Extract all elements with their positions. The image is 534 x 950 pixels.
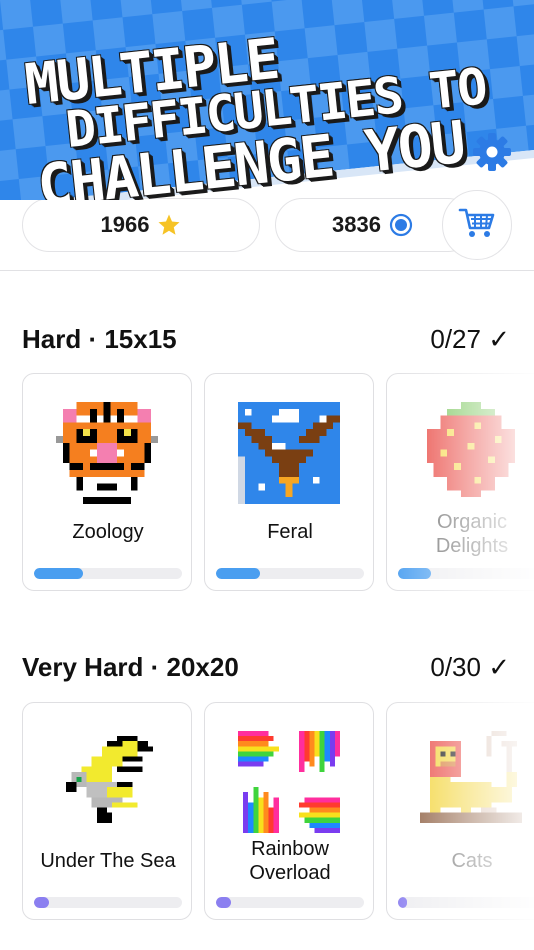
progress-fill xyxy=(216,897,231,908)
section-count-very-hard: 0/30 ✓ xyxy=(430,652,510,682)
progress-fill xyxy=(34,897,49,908)
header-divider xyxy=(0,270,534,271)
puzzle-card-title: Organic Delights xyxy=(435,511,509,557)
tiger-pixel-art xyxy=(56,402,158,504)
puzzle-card-title: Cats xyxy=(451,850,493,872)
star-icon xyxy=(157,213,181,237)
gear-icon[interactable] xyxy=(470,130,514,174)
strawberry-pixel-art xyxy=(426,402,516,498)
puzzle-card-cats[interactable]: Cats xyxy=(386,702,534,920)
progress-bar xyxy=(216,897,364,908)
lion-pixel-art xyxy=(420,731,522,823)
promo-banner: Multiple difficulties to challenge you xyxy=(0,0,534,200)
puzzle-card-title: Under The Sea xyxy=(40,850,176,872)
cart-icon xyxy=(458,206,496,245)
eagle-pixel-art xyxy=(238,402,340,504)
puzzle-card-feral[interactable]: Feral xyxy=(204,373,374,591)
progress-bar xyxy=(216,568,364,579)
progress-fill xyxy=(34,568,83,579)
puzzle-card-title: Zoology xyxy=(72,521,144,543)
puzzle-card-rainbow-overload[interactable]: Rainbow Overload xyxy=(204,702,374,920)
puzzle-row-hard[interactable]: Zoology Feral Organic Delights xyxy=(0,372,534,594)
puzzle-card-title: Feral xyxy=(267,521,313,543)
progress-fill xyxy=(216,568,261,579)
rainbow-pixel-art xyxy=(238,731,340,833)
coin-icon xyxy=(389,213,413,237)
coins-count: 3836 xyxy=(332,212,381,237)
progress-bar xyxy=(398,568,534,579)
puzzle-row-very-hard[interactable]: Under The Sea Rainbow Overload Cats xyxy=(0,701,534,923)
fish-pixel-art xyxy=(66,736,153,823)
section-title-very-hard: Very Hard · 20x20 xyxy=(22,652,239,682)
stars-balance: 1966 xyxy=(22,198,260,252)
section-count-hard: 0/27 ✓ xyxy=(430,324,510,354)
progress-bar xyxy=(34,568,182,579)
stars-count: 1966 xyxy=(100,212,150,237)
progress-bar xyxy=(398,897,534,908)
puzzle-card-organic-delights[interactable]: Organic Delights xyxy=(386,373,534,591)
progress-bar xyxy=(34,897,182,908)
progress-fill xyxy=(398,897,407,908)
puzzle-card-under-the-sea[interactable]: Under The Sea xyxy=(22,702,192,920)
shop-cart-button[interactable] xyxy=(442,190,512,260)
progress-fill xyxy=(398,568,431,579)
puzzle-card-title: Rainbow Overload xyxy=(249,838,331,884)
puzzle-card-zoology[interactable]: Zoology xyxy=(22,373,192,591)
section-title-hard: Hard · 15x15 xyxy=(22,324,177,354)
